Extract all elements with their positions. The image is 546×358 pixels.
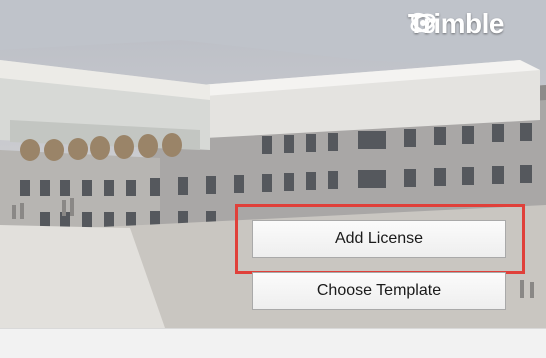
bottom-strip: [0, 328, 546, 358]
add-license-button[interactable]: Add License: [252, 220, 506, 258]
choose-template-button[interactable]: Choose Template: [252, 272, 506, 310]
trimble-logo: Trimble: [408, 8, 505, 40]
add-license-label: Add License: [334, 230, 424, 247]
splash-background: Trimble Add License Choose Template: [0, 0, 546, 328]
trimble-globe-icon: [410, 12, 436, 34]
splash-window: Trimble Add License Choose Template: [0, 0, 546, 358]
choose-template-label: Choose Template: [316, 282, 442, 299]
